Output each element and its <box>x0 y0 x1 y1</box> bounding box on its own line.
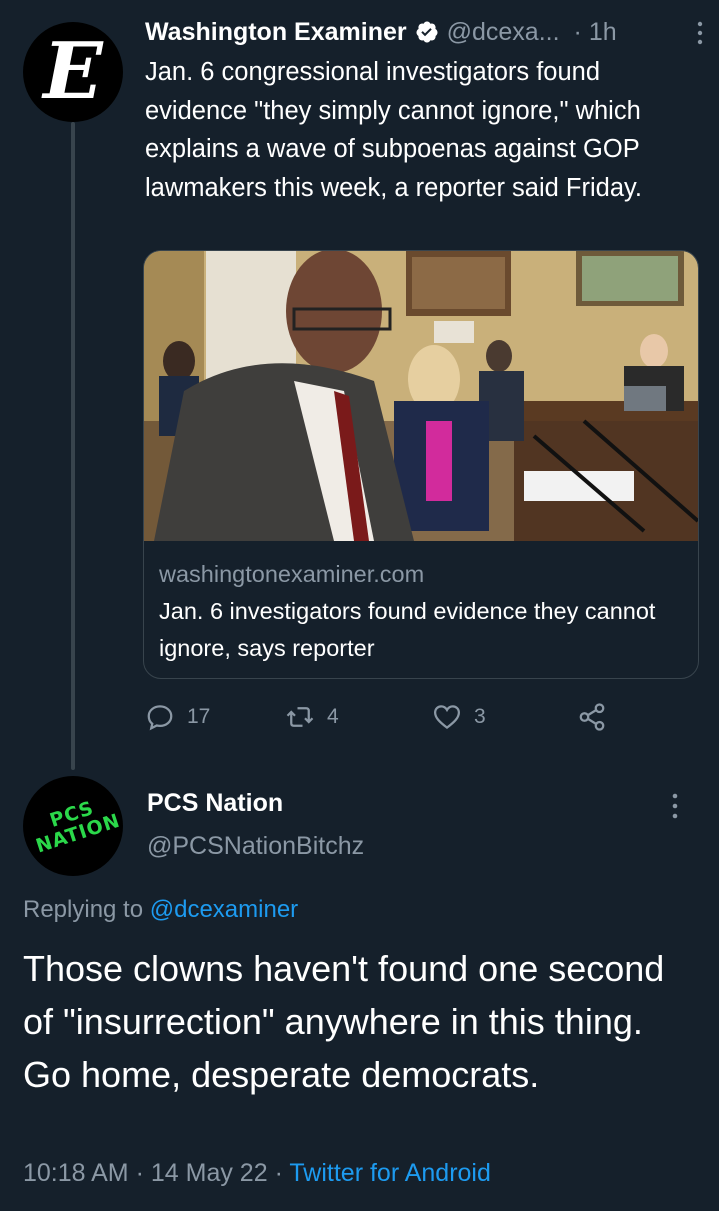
retweet-button[interactable]: 4 <box>285 700 339 734</box>
share-button[interactable] <box>577 700 607 734</box>
tweet-text: Jan. 6 congressional investigators found… <box>145 58 642 202</box>
author-name[interactable]: PCS Nation <box>147 789 283 818</box>
replying-to-label: Replying to <box>23 896 144 923</box>
card-domain: washingtonexaminer.com <box>159 561 425 587</box>
reply-count: 17 <box>187 705 211 728</box>
reply-button[interactable]: 17 <box>145 700 210 734</box>
replying-to-line: Replying to @dcexaminer <box>23 896 298 924</box>
share-icon <box>579 703 605 731</box>
washington-examiner-avatar[interactable]: E <box>23 22 123 122</box>
tweet-timestamp[interactable]: 10:18 AM <box>23 1159 129 1187</box>
reply-icon <box>147 705 173 731</box>
author-handle[interactable]: @PCSNationBitchz <box>147 832 364 861</box>
more-vertical-icon[interactable] <box>670 792 680 820</box>
client-link[interactable]: Twitter for Android <box>289 1159 490 1187</box>
more-vertical-icon[interactable] <box>695 21 705 45</box>
thread-connector-line <box>71 122 75 770</box>
card-headline: Jan. 6 investigators found evidence they… <box>159 598 656 661</box>
like-count: 3 <box>474 705 486 728</box>
reply-mention-link[interactable]: @dcexaminer <box>150 896 298 923</box>
tweet-metadata: 10:18 AM · 14 May 22 · Twitter for Andro… <box>23 1159 491 1188</box>
link-preview-card[interactable]: washingtonexaminer.com Jan. 6 investigat… <box>143 250 699 679</box>
tweet-text-paragraph-2: Go home, desperate democrats. <box>23 1054 540 1095</box>
author-handle[interactable]: @dcexa... <box>447 18 560 47</box>
avatar-logo-letter: E <box>43 26 103 117</box>
tweet-header: Washington Examiner @dcexa... · 1h <box>145 15 705 49</box>
like-icon <box>433 705 461 730</box>
tweet-time[interactable]: · 1h <box>574 18 617 47</box>
time-separator: · <box>573 17 582 46</box>
relative-time: 1h <box>588 17 617 46</box>
retweet-count: 4 <box>327 705 339 728</box>
author-name[interactable]: Washington Examiner <box>145 18 407 47</box>
retweet-icon <box>286 707 314 727</box>
tweet-date[interactable]: 14 May 22 <box>151 1159 268 1187</box>
verified-badge-icon <box>416 21 438 43</box>
meta-separator: · <box>135 1159 144 1187</box>
like-button[interactable]: 3 <box>432 700 486 734</box>
article-photo <box>144 251 698 541</box>
tweet-text-paragraph-1: Those clowns haven't found one second of… <box>23 948 665 1042</box>
meta-separator: · <box>274 1159 283 1187</box>
avatar-logo-text: PCS NATION <box>27 791 123 857</box>
tweet-text: Those clowns haven't found one second of… <box>23 942 703 1101</box>
pcs-nation-avatar[interactable]: PCS NATION <box>23 776 123 876</box>
tweet-actions-bar: 17 4 3 <box>145 700 615 734</box>
